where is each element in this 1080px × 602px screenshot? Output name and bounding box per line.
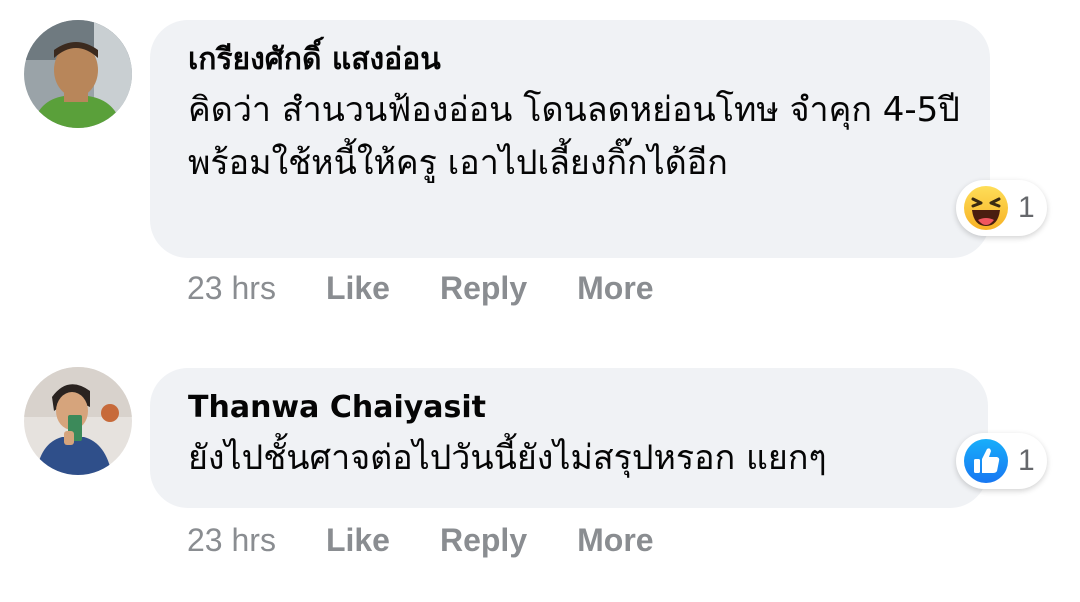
reply-button[interactable]: Reply [440,522,527,559]
comment-bubble: เกรียงศักดิ์ แสงอ่อน คิดว่า สำนวนฟ้องอ่อ… [150,20,990,258]
comment-author[interactable]: Thanwa Chaiyasit [188,388,958,428]
avatar[interactable] [24,20,132,128]
comment-author[interactable]: เกรียงศักดิ์ แสงอ่อน [188,40,960,80]
reaction-summary[interactable]: 1 [956,433,1047,489]
avatar[interactable] [24,367,132,475]
comment-timestamp[interactable]: 23 hrs [187,522,276,559]
like-button[interactable]: Like [326,522,390,559]
more-button[interactable]: More [577,522,653,559]
comment-item: เกรียงศักดิ์ แสงอ่อน คิดว่า สำนวนฟ้องอ่อ… [0,0,1080,330]
reaction-count: 1 [1018,444,1035,477]
comment-bubble: Thanwa Chaiyasit ยังไปชั้นศาจต่อไปวันนี้… [150,368,988,508]
comment-actions: 23 hrs Like Reply More [187,270,704,307]
comment-text: ยังไปชั้นศาจต่อไปวันนี้ยังไม่สรุปหรอก แย… [188,438,827,478]
like-icon [964,439,1008,483]
comment-actions: 23 hrs Like Reply More [187,522,704,559]
reply-button[interactable]: Reply [440,270,527,307]
comment-timestamp[interactable]: 23 hrs [187,270,276,307]
reaction-summary[interactable]: 1 [956,180,1047,236]
reaction-count: 1 [1018,191,1035,224]
like-button[interactable]: Like [326,270,390,307]
comment-text: คิดว่า สำนวนฟ้องอ่อน โดนลดหย่อนโทษ จำคุก… [188,90,960,183]
more-button[interactable]: More [577,270,653,307]
comment-item: Thanwa Chaiyasit ยังไปชั้นศาจต่อไปวันนี้… [0,350,1080,602]
haha-icon [964,186,1008,230]
